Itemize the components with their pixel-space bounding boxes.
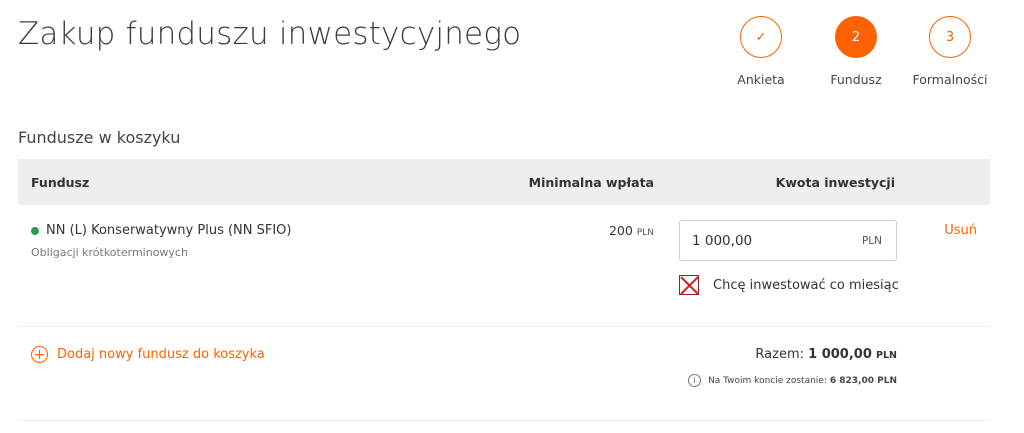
min-payment-currency: PLN [636, 228, 654, 238]
amount-value[interactable]: 1 000,00 [692, 233, 752, 249]
remove-button[interactable]: Usuń [944, 223, 977, 238]
step-formalities: 3 Formalności [905, 16, 995, 87]
cart-table: Fundusz Minimalna wpłata Kwota inwestycj… [18, 159, 990, 421]
remaining-balance: i Na Twoim koncie zostanie: 6 823,00 PLN [688, 374, 897, 387]
step-label: Ankieta [737, 72, 785, 87]
info-icon[interactable]: i [688, 374, 702, 387]
plus-circle-icon: + [31, 346, 48, 363]
table-row: NN (L) Konserwatywny Plus (NN SFIO) Obli… [18, 205, 990, 327]
step-number: 2 [835, 16, 877, 58]
amount-currency: PLN [861, 235, 882, 247]
status-dot-icon [31, 226, 39, 235]
min-payment: 200 PLN [609, 223, 654, 238]
step-label: Fundusz [830, 72, 882, 87]
total-value: 1 000,00 [808, 347, 872, 362]
step-label: Formalności [912, 72, 988, 87]
min-payment-value: 200 [608, 223, 633, 238]
progress-stepper: ✓ Ankieta 2 Fundusz 3 Formalności [728, 16, 988, 88]
cart-total: Razem: 1 000,00 PLN [755, 347, 897, 362]
fund-name-text: NN (L) Konserwatywny Plus (NN SFIO) [46, 223, 292, 238]
balance-value: 6 823,00 PLN [829, 375, 897, 386]
checkmark-icon: ✓ [740, 16, 782, 58]
section-title: Fundusze w koszyku [18, 128, 181, 147]
total-currency: PLN [876, 350, 897, 361]
fund-category: Obligacji krótkoterminowych [31, 246, 188, 259]
step-fund: 2 Fundusz [811, 16, 901, 87]
fund-name: NN (L) Konserwatywny Plus (NN SFIO) [31, 223, 292, 238]
unchecked-x-icon [680, 276, 699, 295]
total-label: Razem: [755, 347, 804, 362]
balance-label: Na Twoim koncie zostanie: [708, 375, 827, 386]
monthly-checkbox[interactable] [679, 275, 699, 295]
cart-footer: + Dodaj nowy fundusz do koszyka Razem: 1… [18, 327, 990, 421]
monthly-investment-option[interactable]: Chcę inwestować co miesiąc [679, 275, 899, 295]
step-number: 3 [929, 16, 971, 58]
page-title: Zakup funduszu inwestycyjnego [18, 16, 522, 52]
amount-input[interactable]: 1 000,00 PLN [679, 220, 897, 261]
step-survey[interactable]: ✓ Ankieta [716, 16, 806, 87]
add-fund-button[interactable]: + Dodaj nowy fundusz do koszyka [31, 346, 265, 363]
add-fund-label: Dodaj nowy fundusz do koszyka [57, 347, 265, 362]
monthly-label: Chcę inwestować co miesiąc [713, 277, 899, 293]
